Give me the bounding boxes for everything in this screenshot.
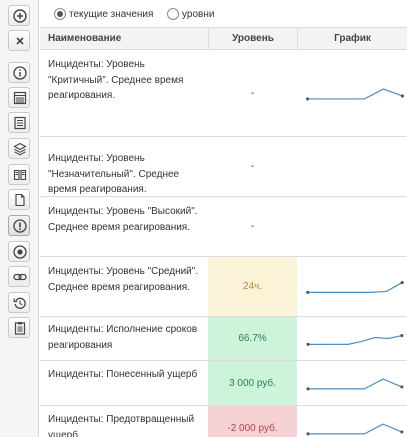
sparkline-line bbox=[307, 282, 403, 293]
layers-button[interactable] bbox=[8, 138, 30, 159]
trend-sparkline bbox=[305, 88, 404, 101]
table-row[interactable]: Инциденты: Уровень "Средний". Среднее вр… bbox=[40, 257, 407, 317]
sparkline-start-point bbox=[305, 97, 310, 101]
trend-sparkline bbox=[306, 423, 404, 436]
view-mode-switch: текущие значения уровни bbox=[40, 0, 407, 27]
radio-current-values[interactable]: текущие значения bbox=[54, 7, 153, 21]
link-icon bbox=[13, 273, 27, 281]
table-row[interactable]: Инциденты: Уровень "Критичный". Среднее … bbox=[40, 50, 407, 137]
indicator-level-value: - bbox=[250, 87, 255, 99]
target-icon bbox=[13, 245, 27, 259]
indicator-graph-cell[interactable] bbox=[297, 361, 407, 405]
indicator-graph-cell[interactable] bbox=[297, 137, 407, 196]
add-icon bbox=[13, 9, 27, 23]
sparkline-start-point bbox=[306, 342, 310, 346]
radio-button-current[interactable] bbox=[54, 8, 66, 20]
table-row[interactable]: Инциденты: Уровень "Высокий". Среднее вр… bbox=[40, 197, 407, 257]
indicator-graph-cell[interactable] bbox=[297, 197, 407, 256]
sparkline-line bbox=[308, 378, 403, 390]
sparkline-line bbox=[308, 334, 402, 345]
list-icon bbox=[14, 116, 26, 130]
table-header: Наименование Уровень График bbox=[40, 27, 407, 50]
radio-label-current: текущие значения bbox=[69, 8, 154, 20]
sparkline-line bbox=[307, 88, 403, 100]
sparkline-start-point bbox=[306, 387, 310, 391]
list-button[interactable] bbox=[8, 112, 30, 133]
column-header-level[interactable]: Уровень bbox=[208, 28, 297, 50]
indicator-graph-cell[interactable] bbox=[297, 317, 407, 360]
main-area: текущие значения уровни Наименование Уро… bbox=[40, 0, 407, 437]
indicator-graph-cell[interactable] bbox=[297, 50, 407, 136]
column-header-graph[interactable]: График bbox=[297, 28, 407, 50]
sparkline-end-point bbox=[400, 385, 404, 389]
sparkline-start-point bbox=[306, 432, 310, 436]
table-row[interactable]: Инциденты: Уровень "Незначительный". Сре… bbox=[40, 137, 407, 197]
column-header-name[interactable]: Наименование bbox=[48, 28, 121, 50]
book-icon bbox=[13, 169, 27, 181]
indicator-name: Инциденты: Уровень "Критичный". Среднее … bbox=[48, 59, 184, 101]
indicator-name: Инциденты: Понесенный ущерб bbox=[48, 369, 198, 380]
indicator-level-value: - bbox=[250, 161, 255, 172]
indicator-level-value: 24ч. bbox=[208, 257, 297, 316]
history-icon bbox=[13, 297, 26, 309]
target-button[interactable] bbox=[8, 241, 30, 262]
vertical-toolbar bbox=[0, 0, 39, 437]
close-button[interactable] bbox=[8, 30, 30, 51]
radio-button-levels[interactable] bbox=[167, 8, 179, 20]
sparkline-end-point bbox=[400, 334, 404, 338]
document-button[interactable] bbox=[8, 189, 30, 210]
table-row[interactable]: Инциденты: Понесенный ущерб 3 000 руб. bbox=[40, 361, 407, 406]
trend-sparkline bbox=[306, 334, 404, 346]
indicator-level-value: - bbox=[250, 221, 255, 232]
indicator-name: Инциденты: Уровень "Средний". Среднее вр… bbox=[48, 266, 199, 293]
indicator-button[interactable] bbox=[8, 215, 30, 236]
book-button[interactable] bbox=[8, 164, 30, 185]
document-icon bbox=[15, 193, 25, 207]
history-button[interactable] bbox=[8, 292, 30, 313]
trend-sparkline bbox=[306, 280, 404, 294]
sparkline-start-point bbox=[306, 290, 310, 294]
dashboard-panel: текущие значения уровни Наименование Уро… bbox=[0, 0, 407, 437]
calendar-icon bbox=[13, 91, 27, 105]
sparkline-end-point bbox=[400, 280, 404, 285]
indicator-name: Инциденты: Уровень "Незначительный". Сре… bbox=[48, 153, 180, 195]
radio-label-levels: уровни bbox=[182, 8, 215, 20]
clipboard-icon bbox=[14, 322, 26, 335]
info-icon bbox=[13, 66, 27, 80]
add-button[interactable] bbox=[8, 5, 30, 26]
info-button[interactable] bbox=[8, 62, 30, 83]
indicator-level-value: 3 000 руб. bbox=[208, 361, 297, 405]
sparkline-end-point bbox=[400, 94, 404, 98]
indicator-name: Инциденты: Исполнение сроков реагировани… bbox=[48, 324, 198, 351]
radio-levels[interactable]: уровни bbox=[167, 7, 214, 21]
indicator-graph-cell[interactable] bbox=[297, 406, 407, 437]
sparkline-line bbox=[308, 423, 403, 435]
calendar-button[interactable] bbox=[8, 87, 30, 108]
sparkline-end-point bbox=[400, 430, 404, 434]
indicator-level-value: -2 000 руб. bbox=[208, 406, 297, 437]
clipboard-button[interactable] bbox=[8, 317, 30, 338]
table-row[interactable]: Инциденты: Предотвращенный ущерб -2 000 р… bbox=[40, 406, 407, 437]
trend-sparkline bbox=[306, 378, 404, 391]
close-icon bbox=[16, 37, 24, 45]
link-button[interactable] bbox=[8, 266, 30, 287]
indicator-level-value: 66.7% bbox=[208, 317, 297, 360]
indicator-name: Инциденты: Предотвращенный ущерб bbox=[48, 414, 195, 437]
indicator-name: Инциденты: Уровень "Высокий". Среднее вр… bbox=[48, 206, 198, 233]
layers-icon bbox=[13, 142, 27, 156]
indicator-icon bbox=[13, 219, 27, 233]
indicator-graph-cell[interactable] bbox=[297, 257, 407, 316]
table-row[interactable]: Инциденты: Исполнение сроков реагировани… bbox=[40, 317, 407, 361]
